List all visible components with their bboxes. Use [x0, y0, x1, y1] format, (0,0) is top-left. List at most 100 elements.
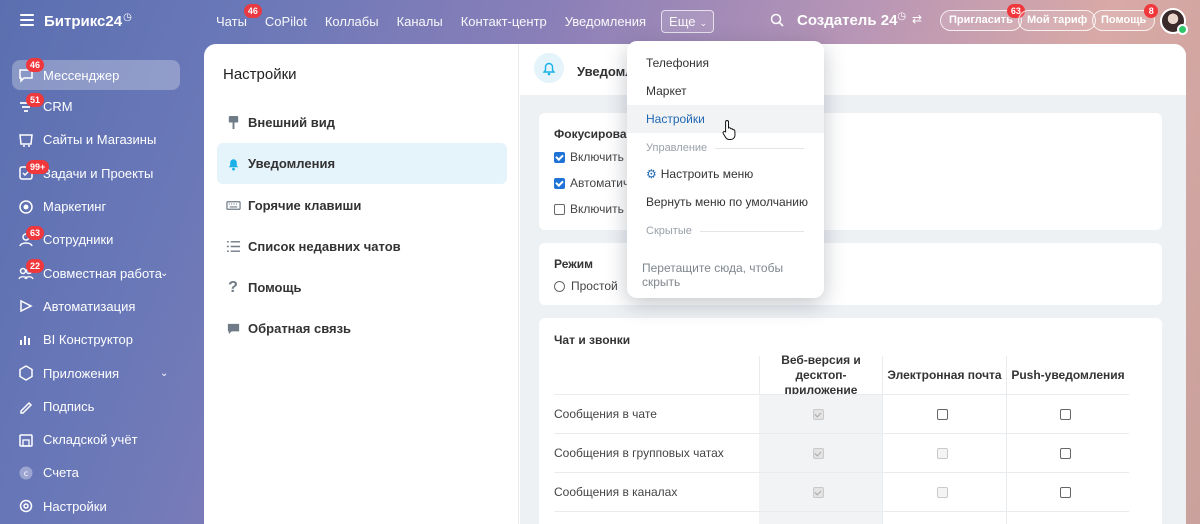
invite-button[interactable]: Пригласить 63 — [940, 4, 1025, 31]
empty-header — [554, 356, 759, 394]
table-row — [554, 511, 1129, 524]
sidebar-item-settings[interactable]: Настройки — [0, 490, 190, 523]
marketing-icon — [18, 199, 34, 215]
focus-option-2[interactable]: Автоматич — [554, 176, 629, 190]
sidebar-item-sites[interactable]: Сайты и Магазины — [0, 123, 190, 156]
settings-menu-appearance[interactable]: Внешний вид — [217, 102, 507, 143]
row-label: Сообщения в каналах — [554, 485, 678, 499]
sidebar-item-label: BI Конструктор — [43, 332, 134, 348]
topnav-chats[interactable]: Чаты 46 — [207, 3, 262, 29]
cell-web — [759, 434, 882, 472]
focus-option-3[interactable]: Включить р — [554, 202, 634, 216]
company-name[interactable]: Создатель 24◷ — [797, 11, 906, 29]
chevron-down-icon[interactable]: ⌄ — [160, 268, 168, 279]
mode-card-title: Режим — [554, 257, 593, 271]
sidebar-item-label: Счета — [43, 465, 79, 481]
apps-icon — [18, 365, 34, 381]
settings-menu-label: Горячие клавиши — [248, 197, 362, 213]
feedback-icon — [225, 321, 241, 337]
settings-menu-help[interactable]: ? Помощь — [217, 267, 507, 308]
settings-menu-notifications[interactable]: Уведомления — [217, 143, 507, 185]
settings-nav: Настройки Внешний вид Уведомления Горячи… — [204, 44, 519, 524]
cell-email — [882, 434, 1006, 472]
sidebar-item-employees[interactable]: 63 Сотрудники — [0, 223, 190, 256]
cell-push — [1006, 434, 1129, 472]
sidebar-item-signature[interactable]: Подпись — [0, 390, 190, 423]
more-label: Еще — [669, 13, 696, 29]
checkbox[interactable] — [554, 177, 565, 189]
topnav-copilot[interactable]: CoPilot — [256, 14, 316, 29]
checkbox[interactable] — [554, 151, 565, 163]
avatar[interactable] — [1160, 8, 1188, 35]
table-row: Сообщения в чате — [554, 394, 1129, 433]
settings-menu-feedback[interactable]: Обратная связь — [217, 308, 507, 349]
svg-text:с: с — [24, 469, 28, 478]
checkbox[interactable] — [1060, 486, 1071, 498]
table-row: Сообщения в каналах — [554, 472, 1129, 511]
sidebar-item-label: Приложения — [43, 365, 120, 381]
gear-icon: ⚙ — [646, 167, 657, 181]
checkbox[interactable] — [554, 203, 565, 215]
sidebar-item-marketing[interactable]: Маркетинг — [0, 190, 190, 223]
bi-icon — [18, 332, 34, 348]
help-button[interactable]: Помощь 8 — [1092, 4, 1159, 31]
logo[interactable]: Битрикс24◷ — [44, 12, 132, 30]
checkbox[interactable] — [1060, 447, 1071, 459]
my-tariff-button[interactable]: Мой тариф — [1018, 10, 1097, 31]
cell-email — [882, 473, 1006, 511]
more-dropdown-menu: Телефония Маркет Настройки Управление ⚙ … — [627, 41, 824, 298]
dropdown-reset-menu[interactable]: Вернуть меню по умолчанию — [627, 188, 824, 216]
settings-menu-label: Список недавних чатов — [248, 238, 401, 254]
notifications-content: Уведомле Фокусировани Включить з Автомат… — [520, 44, 1186, 524]
sidebar-item-invoices[interactable]: с Счета — [0, 456, 190, 489]
dropdown-item-market[interactable]: Маркет — [627, 77, 824, 105]
sidebar-item-automation[interactable]: Автоматизация — [0, 290, 190, 323]
bell-icon — [225, 156, 241, 172]
company-label: Создатель 24 — [797, 12, 898, 29]
topnav-notifications[interactable]: Уведомления — [556, 14, 655, 29]
hand-cursor-icon — [722, 119, 738, 141]
table-row: Сообщения в групповых чатах — [554, 433, 1129, 472]
dropdown-item-telephony[interactable]: Телефония — [627, 49, 824, 77]
settings-menu-recent-chats[interactable]: Список недавних чатов — [217, 226, 507, 267]
help-label: Помощь — [1101, 14, 1147, 26]
settings-menu-label: Внешний вид — [248, 115, 335, 130]
sidebar-item-messenger[interactable]: 46 Мессенджер — [12, 58, 180, 90]
topnav-label: Чаты — [216, 13, 247, 29]
radio[interactable] — [554, 280, 565, 292]
topnav-more-button[interactable]: Еще ⌄ — [661, 9, 715, 33]
sidebar-item-tasks[interactable]: 99+ Задачи и Проекты — [0, 157, 190, 190]
sidebar-item-crm[interactable]: 51 CRM — [0, 90, 190, 123]
sidebar-item-label: Мессенджер — [43, 67, 120, 83]
logo-text: Битрикс24 — [44, 13, 123, 30]
topnav-collabs[interactable]: Коллабы — [316, 14, 388, 29]
focus-option-1[interactable]: Включить з — [554, 150, 633, 164]
table-header: Веб-версия и десктоп-приложение Электрон… — [554, 353, 1129, 397]
checkbox — [936, 486, 948, 498]
mode-option-simple[interactable]: Простой — [554, 279, 618, 293]
topnav-contact-center[interactable]: Контакт-центр — [452, 14, 556, 29]
top-bar: Битрикс24◷ Чаты 46 CoPilot Коллабы Каналы… — [0, 0, 1200, 42]
notifications-table: Веб-версия и десктоп-приложение Электрон… — [554, 353, 1129, 524]
brush-icon — [225, 115, 241, 131]
settings-menu-hotkeys[interactable]: Горячие клавиши — [217, 185, 507, 226]
sidebar-item-collab[interactable]: 22 Совместная работа ⌄ — [0, 256, 190, 289]
option-label: Простой — [571, 279, 618, 293]
dropdown-configure-menu[interactable]: ⚙ Настроить меню — [627, 160, 824, 188]
checkbox[interactable] — [1060, 408, 1071, 420]
chevron-down-icon[interactable]: ⌄ — [160, 368, 168, 379]
sidebar-item-warehouse[interactable]: Складской учёт — [0, 423, 190, 456]
search-icon[interactable] — [770, 13, 784, 27]
swap-icon[interactable]: ⇄ — [912, 12, 922, 26]
sites-icon — [18, 132, 34, 148]
checkbox[interactable] — [936, 408, 948, 420]
sidebar-item-apps[interactable]: Приложения ⌄ — [0, 356, 190, 389]
sidebar-item-bi[interactable]: BI Конструктор — [0, 323, 190, 356]
checkbox — [812, 447, 824, 459]
topnav-channels[interactable]: Каналы — [388, 14, 452, 29]
checkbox — [936, 447, 948, 459]
clock-icon: ◷ — [897, 11, 907, 22]
menu-burger-icon[interactable] — [20, 14, 34, 26]
invoices-icon: с — [18, 465, 34, 481]
online-indicator-icon — [1177, 24, 1188, 35]
